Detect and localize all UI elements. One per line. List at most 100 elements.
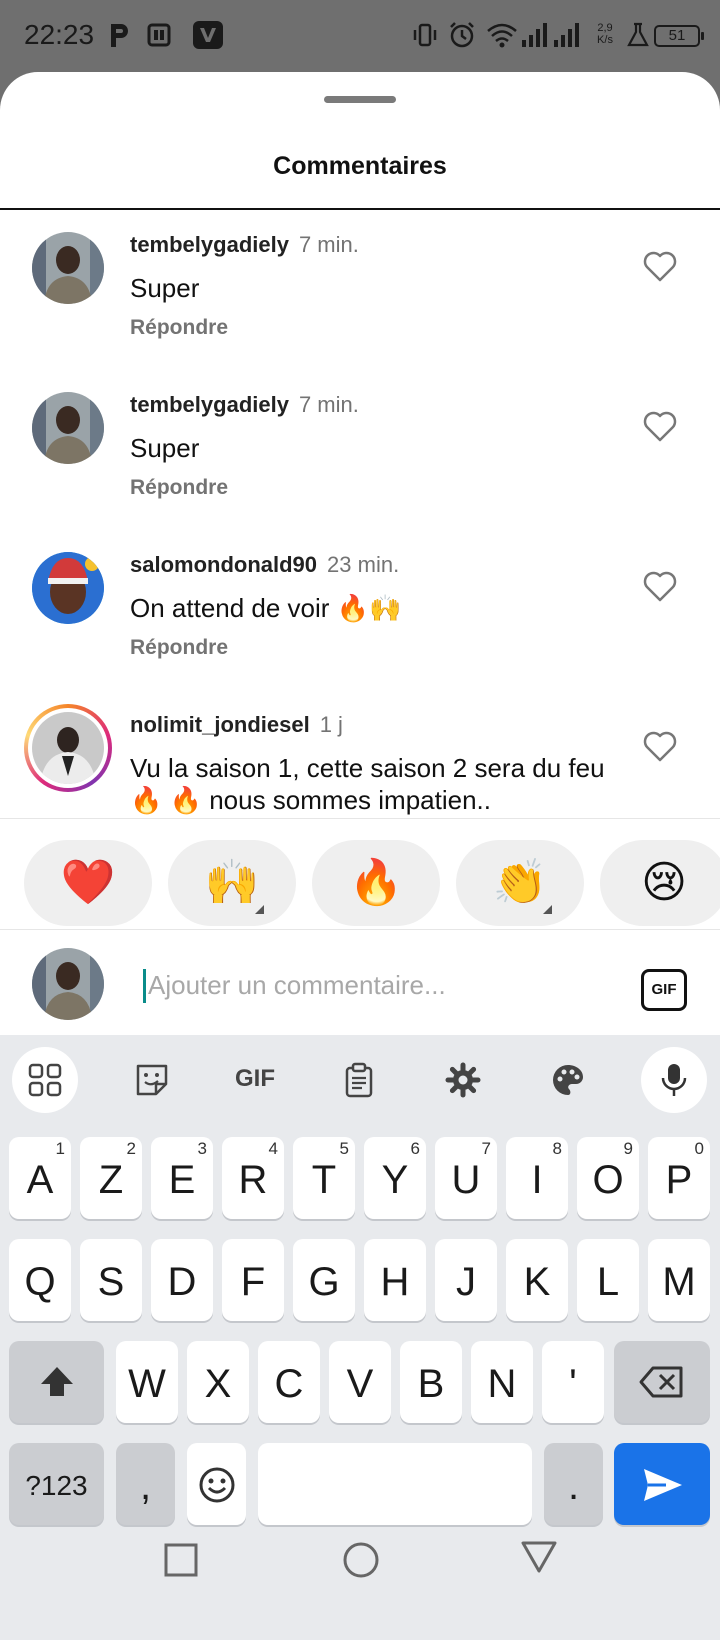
heart-outline-icon[interactable] (642, 250, 678, 282)
symbols-key[interactable]: ?123 (9, 1443, 104, 1525)
gear-icon (445, 1062, 481, 1098)
key-hint: 2 (126, 1139, 136, 1158)
heart-outline-icon[interactable] (642, 570, 678, 602)
space-key[interactable] (258, 1443, 532, 1525)
comment-username[interactable]: tembelygadiely (130, 392, 289, 417)
network-speed-value: 2,9 (597, 22, 613, 34)
recents-nav-icon[interactable] (164, 1543, 198, 1577)
network-speed: 2,9 K/s (592, 22, 618, 46)
reaction-heart[interactable]: ❤️ (24, 840, 152, 926)
signal-icon-1 (522, 23, 547, 47)
reply-button[interactable]: Répondre (130, 316, 228, 340)
apps-grid-button[interactable] (12, 1047, 78, 1113)
key-p[interactable]: P0 (648, 1137, 710, 1219)
emoji-key[interactable] (187, 1443, 246, 1525)
reply-button[interactable]: Répondre (130, 476, 228, 500)
sticker-icon (136, 1064, 168, 1096)
reaction-crying[interactable]: 😢 (600, 840, 720, 926)
comments-list[interactable]: tembelygadiely 7 min. Super Répondre temb (0, 210, 720, 890)
gif-button[interactable]: GIF (641, 969, 687, 1011)
key-d[interactable]: D (151, 1239, 213, 1321)
reaction-raising-hands[interactable]: 🙌 (168, 840, 296, 926)
send-key[interactable] (614, 1443, 710, 1525)
comment-username[interactable]: salomondonald90 (130, 552, 317, 577)
comment-text: Super (130, 273, 200, 303)
avatar[interactable] (32, 552, 104, 624)
reaction-emoji: 🔥 (348, 858, 404, 907)
heart-outline-icon[interactable] (642, 730, 678, 762)
key-g[interactable]: G (293, 1239, 355, 1321)
avatar[interactable] (32, 232, 104, 304)
key-l[interactable]: L (577, 1239, 639, 1321)
heart-outline-icon[interactable] (642, 410, 678, 442)
avatar[interactable] (32, 392, 104, 464)
reaction-emoji: 😢 (641, 858, 687, 907)
key-h[interactable]: H (364, 1239, 426, 1321)
backspace-key[interactable] (614, 1341, 710, 1423)
reaction-emoji: 👏 (492, 858, 548, 907)
key-hint: 4 (268, 1139, 278, 1158)
key-s[interactable]: S (80, 1239, 142, 1321)
comment-username[interactable]: nolimit_jondiesel (130, 712, 310, 737)
reaction-fire[interactable]: 🔥 (312, 840, 440, 926)
key-j[interactable]: J (435, 1239, 497, 1321)
key-i[interactable]: I8 (506, 1137, 568, 1219)
shift-key[interactable] (9, 1341, 104, 1423)
key-hint: 7 (481, 1139, 491, 1158)
period-key[interactable]: . (544, 1443, 603, 1525)
key-f[interactable]: F (222, 1239, 284, 1321)
key-n[interactable]: N (471, 1341, 533, 1423)
key-e[interactable]: E3 (151, 1137, 213, 1219)
settings-button[interactable] (430, 1047, 496, 1113)
key-q[interactable]: Q (9, 1239, 71, 1321)
presentation-app-icon (147, 23, 171, 47)
key-c[interactable]: C (258, 1341, 320, 1423)
voice-input-button[interactable] (641, 1047, 707, 1113)
back-nav-icon[interactable] (520, 1540, 558, 1574)
key-apostrophe[interactable]: ' (542, 1341, 604, 1423)
key-x[interactable]: X (187, 1341, 249, 1423)
v-app-icon (193, 21, 223, 49)
key-t[interactable]: T5 (293, 1137, 355, 1219)
keyboard-gif-button[interactable]: GIF (222, 1047, 288, 1113)
divider (0, 818, 720, 819)
avatar (32, 712, 104, 784)
theme-button[interactable] (535, 1047, 601, 1113)
comment-input[interactable] (148, 962, 608, 1008)
reaction-clapping[interactable]: 👏 (456, 840, 584, 926)
shift-icon (41, 1367, 73, 1396)
key-k[interactable]: K (506, 1239, 568, 1321)
reply-button[interactable]: Répondre (130, 636, 228, 660)
comma-key[interactable]: , (116, 1443, 175, 1525)
key-label: U (451, 1158, 481, 1202)
comment-header: nolimit_jondiesel 1 j (130, 712, 343, 738)
key-w[interactable]: W (116, 1341, 178, 1423)
key-o[interactable]: O9 (577, 1137, 639, 1219)
drag-handle[interactable] (324, 96, 396, 103)
home-nav-icon[interactable] (342, 1541, 380, 1579)
clipboard-button[interactable] (326, 1047, 392, 1113)
send-icon (644, 1469, 682, 1501)
comment-time: 7 min. (298, 392, 359, 417)
sticker-button[interactable] (119, 1047, 185, 1113)
key-v[interactable]: V (329, 1341, 391, 1423)
key-u[interactable]: U7 (435, 1137, 497, 1219)
key-y[interactable]: Y6 (364, 1137, 426, 1219)
quick-reactions-bar: ❤️ 🙌 🔥 👏 😢 (0, 824, 720, 928)
comment-username[interactable]: tembelygadiely (130, 232, 289, 257)
key-b[interactable]: B (400, 1341, 462, 1423)
key-label: Y (381, 1158, 409, 1202)
key-m[interactable]: M (648, 1239, 710, 1321)
key-a[interactable]: A1 (9, 1137, 71, 1219)
comment-text: On attend de voir 🔥🙌 (130, 593, 402, 623)
status-bar: 22:23 2,9 K/s 51 (0, 0, 720, 72)
key-z[interactable]: Z2 (80, 1137, 142, 1219)
key-hint: 6 (410, 1139, 420, 1158)
palette-icon (553, 1065, 583, 1095)
key-hint: 8 (552, 1139, 562, 1158)
comment-time: 7 min. (298, 232, 359, 257)
key-r[interactable]: R4 (222, 1137, 284, 1219)
avatar-story-ring[interactable] (24, 704, 112, 792)
comment-item: salomondonald90 23 min. On attend de voir… (0, 530, 720, 690)
key-label: I (531, 1158, 543, 1202)
